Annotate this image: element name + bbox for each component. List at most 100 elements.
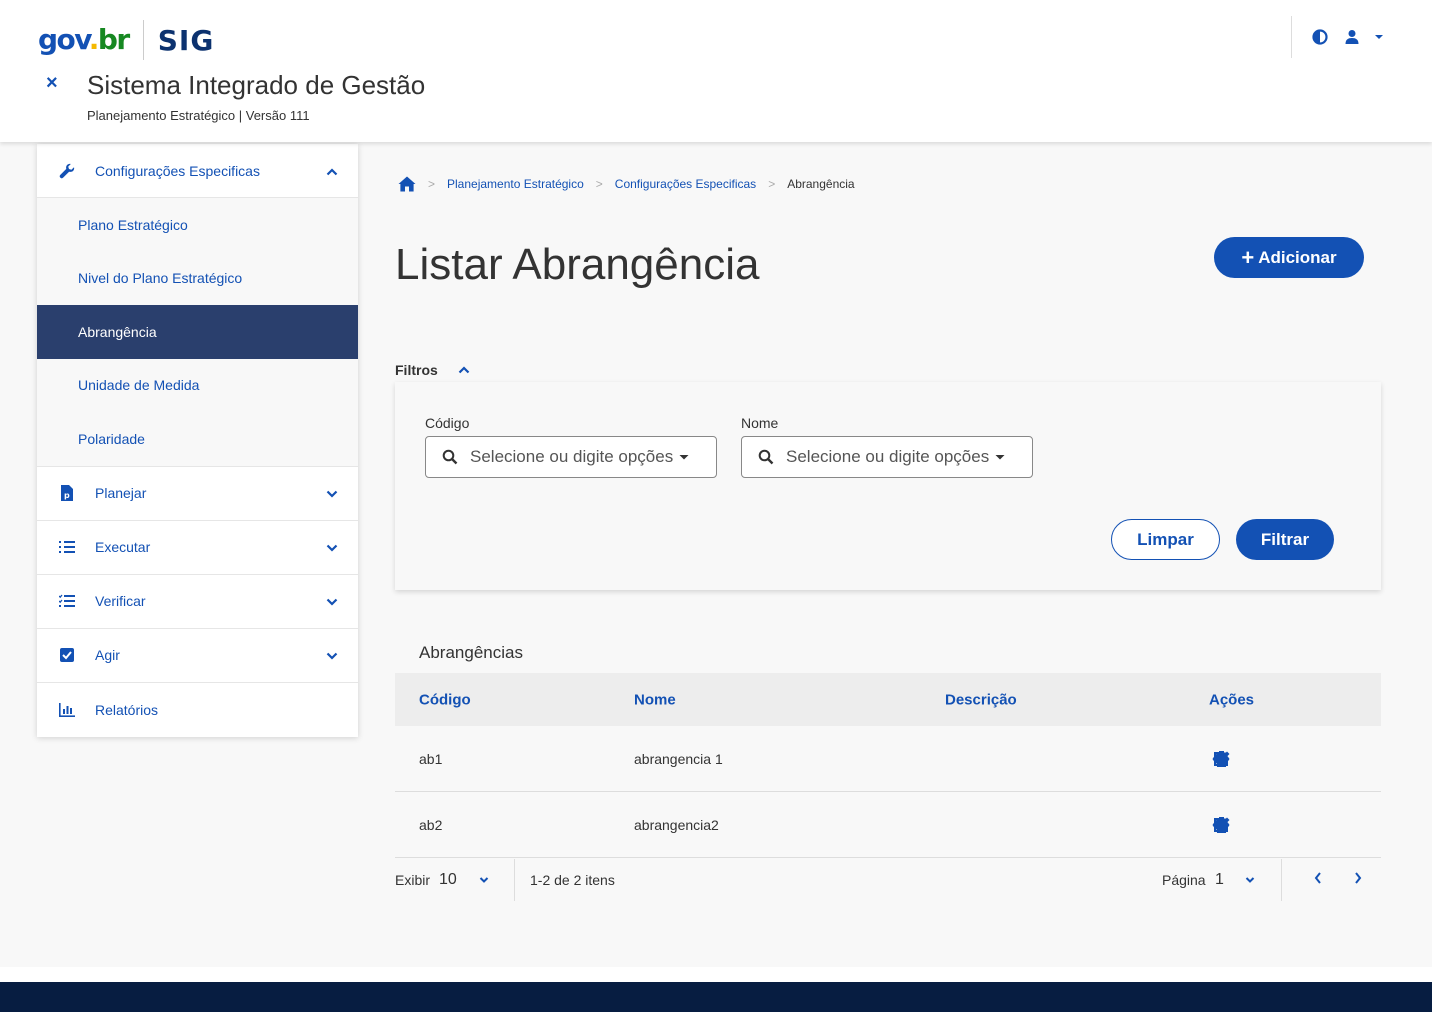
nome-filter-placeholder: Selecione ou digite opções bbox=[786, 447, 990, 466]
table-row: ab1 abrangencia 1 bbox=[395, 726, 1381, 792]
filters-toggle[interactable]: Filtros bbox=[395, 362, 470, 378]
chevron-down-icon bbox=[326, 595, 338, 613]
breadcrumb-separator: > bbox=[768, 177, 776, 191]
plus-icon: + bbox=[1241, 244, 1255, 270]
nome-filter-select[interactable]: Selecione ou digite opções bbox=[741, 436, 1033, 478]
pagination-divider bbox=[514, 859, 515, 901]
system-subtitle: Planejamento Estratégico | Versão 111 bbox=[87, 108, 310, 123]
sidebar-menu: Configurações Especificas Plano Estratég… bbox=[37, 144, 358, 737]
home-icon[interactable] bbox=[398, 176, 416, 192]
contrast-toggle-button[interactable] bbox=[1304, 21, 1336, 53]
delete-trash-icon[interactable] bbox=[1207, 748, 1235, 770]
sidebar-group-label: Executar bbox=[95, 539, 151, 555]
codigo-filter-label: Código bbox=[425, 415, 470, 431]
sidebar-group-verificar[interactable]: Verificar bbox=[37, 575, 358, 629]
breadcrumb-separator: > bbox=[428, 177, 436, 191]
add-button-label: Adicionar bbox=[1258, 247, 1337, 267]
user-icon bbox=[1345, 30, 1359, 44]
sidebar-group-label: Planejar bbox=[95, 485, 147, 501]
sidebar-group-agir[interactable]: Agir bbox=[37, 629, 358, 683]
codigo-filter-select[interactable]: Selecione ou digite opções bbox=[425, 436, 717, 478]
column-header-descricao[interactable]: Descrição bbox=[945, 691, 1017, 708]
page-footer bbox=[0, 982, 1432, 1012]
sidebar-group-planejar[interactable]: p Planejar bbox=[37, 467, 358, 521]
breadcrumb: > Planejamento Estratégico > Configuraçõ… bbox=[398, 176, 855, 192]
breadcrumb-current: Abrangência bbox=[787, 177, 855, 191]
close-menu-button[interactable]: × bbox=[46, 72, 58, 95]
previous-page-button[interactable] bbox=[1313, 871, 1323, 888]
sidebar-group-configuracoes[interactable]: Configurações Especificas bbox=[37, 144, 358, 198]
logo-divider bbox=[142, 20, 144, 60]
column-header-codigo[interactable]: Código bbox=[419, 691, 471, 708]
items-range-text: 1-2 de 2 itens bbox=[530, 872, 615, 888]
filters-toggle-label: Filtros bbox=[395, 362, 438, 378]
sidebar-item-abrangencia[interactable]: Abrangência bbox=[37, 305, 358, 359]
chevron-down-icon bbox=[326, 649, 338, 667]
cell-codigo: ab1 bbox=[419, 750, 443, 767]
caret-down-icon bbox=[995, 452, 1005, 462]
svg-text:p: p bbox=[64, 491, 70, 500]
caret-down-icon bbox=[679, 452, 689, 462]
next-page-button[interactable] bbox=[1353, 871, 1363, 888]
bar-chart-icon bbox=[57, 702, 77, 717]
breadcrumb-link-configuracoes[interactable]: Configurações Especificas bbox=[615, 177, 756, 191]
column-header-nome[interactable]: Nome bbox=[634, 691, 676, 708]
breadcrumb-separator: > bbox=[595, 177, 603, 191]
add-button[interactable]: + Adicionar bbox=[1214, 237, 1364, 278]
wrench-icon bbox=[57, 163, 77, 179]
logo-area: gov.br SIG bbox=[38, 20, 214, 60]
contrast-icon bbox=[1312, 29, 1328, 45]
table-header: Código Nome Descrição Ações bbox=[395, 673, 1381, 726]
page-title: Listar Abrangência bbox=[395, 240, 760, 289]
page-label: Página bbox=[1162, 872, 1206, 888]
app-header: gov.br SIG × Sistema Integrado de Gestão… bbox=[0, 0, 1432, 142]
sidebar-group-label: Relatórios bbox=[95, 701, 159, 718]
chevron-down-icon[interactable] bbox=[1245, 872, 1255, 888]
sidebar-item-nivel-plano[interactable]: Nivel do Plano Estratégico bbox=[37, 251, 358, 305]
chevron-down-icon bbox=[326, 487, 338, 505]
list-ordered-icon bbox=[57, 540, 77, 554]
pagination: Exibir 10 1-2 de 2 itens Página 1 bbox=[395, 859, 1381, 901]
clear-button[interactable]: Limpar bbox=[1111, 519, 1220, 560]
header-actions bbox=[1291, 16, 1392, 58]
nome-filter-label: Nome bbox=[741, 415, 779, 431]
header-divider bbox=[1291, 16, 1292, 58]
codigo-filter-placeholder: Selecione ou digite opções bbox=[470, 447, 674, 466]
chevron-up-icon bbox=[458, 364, 470, 376]
page-size-select[interactable]: 10 bbox=[439, 871, 457, 889]
caret-down-icon bbox=[1375, 35, 1383, 39]
sidebar-group-relatorios[interactable]: Relatórios bbox=[37, 683, 358, 737]
chevron-down-icon[interactable] bbox=[479, 872, 489, 888]
page-number-select[interactable]: 1 bbox=[1215, 871, 1224, 889]
sidebar-item-unidade-medida[interactable]: Unidade de Medida bbox=[37, 358, 358, 412]
sidebar-group-executar[interactable]: Executar bbox=[37, 521, 358, 575]
list-check-icon bbox=[57, 594, 77, 608]
sidebar-item-polaridade[interactable]: Polaridade bbox=[37, 412, 358, 466]
sidebar-submenu-configuracoes: Plano Estratégico Nivel do Plano Estraté… bbox=[37, 198, 358, 467]
chevron-up-icon bbox=[326, 165, 338, 183]
chevron-left-icon bbox=[1314, 872, 1321, 884]
data-table: Código Nome Descrição Ações ab1 abrangen… bbox=[395, 673, 1381, 858]
govbr-logo[interactable]: gov.br bbox=[38, 23, 130, 57]
pagination-divider bbox=[1281, 859, 1282, 901]
sidebar-group-label: Verificar bbox=[95, 593, 146, 609]
search-icon bbox=[442, 449, 458, 465]
table-title: Abrangências bbox=[419, 643, 523, 662]
user-menu-button[interactable] bbox=[1336, 21, 1392, 53]
column-header-acoes: Ações bbox=[1209, 691, 1255, 708]
sidebar-item-plano-estrategico[interactable]: Plano Estratégico bbox=[37, 198, 358, 252]
cell-nome: abrangencia2 bbox=[634, 816, 719, 833]
table-row: ab2 abrangencia2 bbox=[395, 792, 1381, 858]
page-size-label: Exibir bbox=[395, 872, 431, 888]
filter-button[interactable]: Filtrar bbox=[1236, 519, 1334, 560]
system-title: Sistema Integrado de Gestão bbox=[87, 70, 426, 100]
sig-logo: SIG bbox=[157, 23, 215, 57]
file-p-icon: p bbox=[57, 485, 77, 501]
delete-trash-icon[interactable] bbox=[1207, 814, 1235, 836]
checkbox-icon bbox=[57, 648, 77, 662]
sidebar-group-label: Agir bbox=[95, 647, 120, 663]
search-icon bbox=[758, 449, 774, 465]
breadcrumb-link-planejamento[interactable]: Planejamento Estratégico bbox=[447, 177, 584, 191]
cell-codigo: ab2 bbox=[419, 816, 443, 833]
chevron-right-icon bbox=[1355, 872, 1362, 884]
